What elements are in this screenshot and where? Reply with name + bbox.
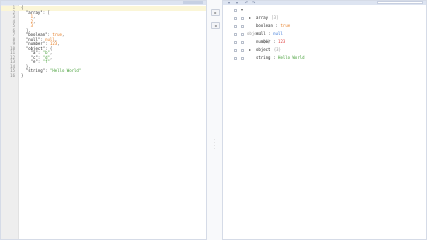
tree-value[interactable]: 123 (278, 38, 285, 46)
tree-row[interactable]: string : Hello World (223, 54, 426, 62)
drag-handle-icon[interactable] (234, 17, 237, 20)
tree-value[interactable]: {3} (274, 46, 281, 54)
tree-key[interactable]: null (256, 30, 266, 38)
code-line[interactable]: 16} (1, 72, 206, 79)
expand-triangle-icon[interactable]: ▸ (249, 14, 251, 22)
splitter-grip-icon[interactable]: · · · · (213, 138, 216, 151)
tree-row[interactable]: null : null (223, 30, 426, 38)
context-menu-icon[interactable] (241, 17, 244, 20)
code-token: , (57, 41, 60, 46)
code-text-area[interactable]: 1{2 "array": [3 1, 4 2, 5 36 ], 7 "boolean"… (1, 5, 206, 79)
code-editor-menu-bar (1, 1, 206, 5)
context-menu-icon[interactable] (241, 49, 244, 52)
tree-root-row[interactable]: ▾ object {6} (223, 6, 426, 44)
tree-value[interactable]: [3] (271, 14, 278, 22)
tree-row[interactable]: ▸ object {3} (223, 46, 426, 54)
code-editor-toolbar-buttons[interactable] (183, 1, 203, 4)
tree-key[interactable]: object (256, 46, 270, 54)
code-editor-pane[interactable]: 1{2 "array": [3 1, 4 2, 5 36 ], 7 "boolean"… (0, 0, 207, 240)
line-number: 16 (10, 72, 15, 78)
tree-editor-menu-bar: ▾ ▾ ↶ ↷ (223, 1, 426, 5)
collapse-triangle-icon[interactable]: ▾ (241, 6, 243, 14)
tree-separator: : (265, 31, 274, 36)
tree-key[interactable]: boolean (256, 22, 273, 30)
redo-icon[interactable]: ↷ (252, 1, 255, 5)
code-token: : [ (42, 9, 50, 15)
code-token: , (33, 18, 36, 24)
code-line-text: } (21, 72, 24, 79)
code-token: , (49, 54, 53, 60)
drag-handle-icon[interactable] (234, 57, 237, 60)
expand-triangle-icon[interactable]: ▸ (249, 46, 251, 54)
context-menu-icon[interactable] (241, 57, 244, 60)
tree-search-input[interactable] (377, 1, 423, 4)
splitter[interactable]: ▸ ◂ · · · · (207, 0, 222, 240)
drag-handle-icon[interactable] (234, 33, 237, 36)
tree-editor-pane[interactable]: ▾ ▾ ↶ ↷ ▾ object {6} ▸ array [3] boolean :… (222, 0, 427, 240)
sort-icon[interactable]: ▾ (236, 1, 238, 5)
tree-row[interactable]: number : 123 (223, 38, 426, 46)
tree-separator: : (270, 55, 278, 60)
drag-handle-icon[interactable] (234, 49, 237, 52)
tree-key[interactable]: string (256, 54, 270, 62)
code-token: } (21, 72, 24, 78)
tree-value[interactable]: true (281, 22, 291, 30)
drag-handle-icon[interactable] (234, 41, 237, 44)
undo-icon[interactable]: ↶ (245, 1, 248, 5)
copy-to-code-button[interactable]: ◂ (211, 22, 220, 29)
code-token: "Hello World" (49, 68, 82, 73)
code-token: , (61, 32, 65, 37)
tree-view[interactable]: ▾ object {6} ▸ array [3] boolean : true nul… (223, 6, 426, 62)
context-menu-icon[interactable] (241, 41, 244, 44)
copy-to-tree-button[interactable]: ▸ (211, 9, 220, 16)
tree-row[interactable]: boolean : true (223, 22, 426, 30)
tree-row[interactable]: ▸ array [3] (223, 14, 426, 22)
tree-value[interactable]: null (273, 30, 283, 38)
filter-icon[interactable]: ▾ (228, 1, 230, 5)
tree-key[interactable]: array (256, 14, 268, 22)
tree-separator: : (270, 39, 278, 44)
tree-key[interactable]: number (256, 38, 270, 46)
tree-separator: : (273, 23, 281, 28)
drag-handle-icon[interactable] (234, 9, 237, 12)
tree-value[interactable]: Hello World (278, 54, 305, 62)
context-menu-icon[interactable] (241, 25, 244, 28)
context-menu-icon[interactable] (241, 33, 244, 36)
code-token: "f" (42, 59, 50, 64)
drag-handle-icon[interactable] (234, 25, 237, 28)
code-token: "string" (21, 68, 46, 73)
